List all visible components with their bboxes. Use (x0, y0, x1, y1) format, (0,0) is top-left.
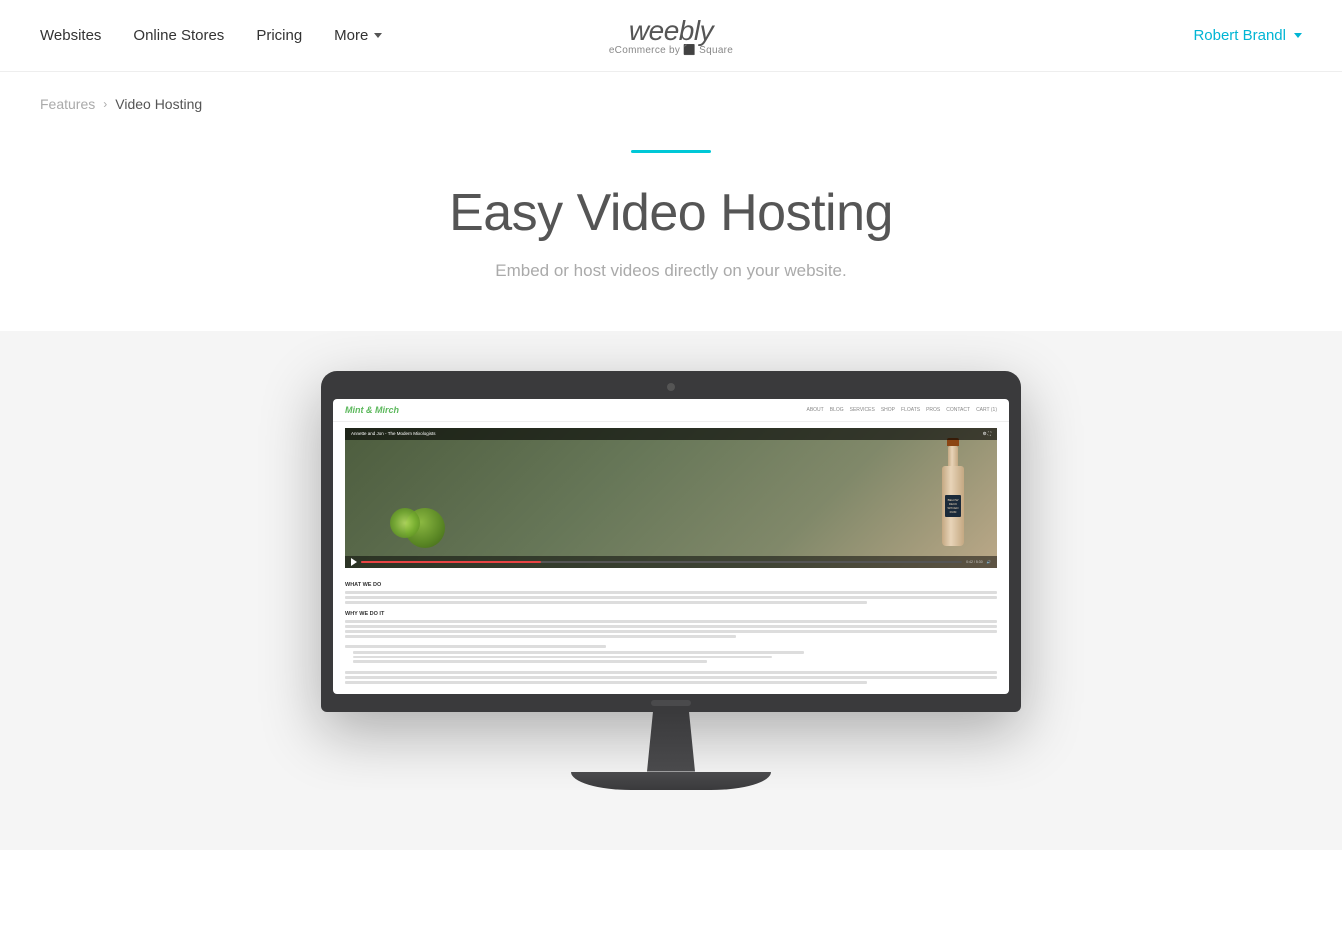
video-title-text: Annette and Jon - The Modern Mixologists (351, 431, 435, 437)
nav-more[interactable]: More (334, 27, 382, 44)
monitor-neck (641, 712, 701, 772)
site-section-why: WHY WE DO IT (345, 611, 997, 617)
site-text-7 (345, 635, 736, 638)
logo-subtitle: eCommerce by ⬛ Square (609, 45, 733, 56)
site-content: WHAT WE DO WHY WE DO IT (333, 574, 1009, 694)
more-chevron-icon (374, 33, 382, 38)
monitor-chin (333, 694, 1009, 712)
nav-online-stores[interactable]: Online Stores (133, 27, 224, 44)
rum-label: BELOW DECK SPICED RUM (945, 495, 961, 517)
monitor-section: Mint & Mirch ABOUT BLOG SERVICES SHOP FL… (0, 331, 1342, 790)
weebly-logo[interactable]: weebly (609, 15, 733, 47)
nav-pricing[interactable]: Pricing (256, 27, 302, 44)
site-text-11 (345, 681, 867, 684)
navbar: Websites Online Stores Pricing More weeb… (0, 0, 1342, 72)
monitor-camera (667, 383, 675, 391)
site-preview: Mint & Mirch ABOUT BLOG SERVICES SHOP FL… (333, 399, 1009, 694)
site-text-5 (345, 625, 997, 628)
site-text-1 (345, 591, 997, 594)
monitor-bezel: Mint & Mirch ABOUT BLOG SERVICES SHOP FL… (321, 371, 1021, 712)
hero-section: Easy Video Hosting Embed or host videos … (0, 120, 1342, 331)
video-controls: 0:42 / 5:30 🔊 (345, 556, 997, 568)
site-preview-nav: Mint & Mirch ABOUT BLOG SERVICES SHOP FL… (333, 399, 1009, 422)
rum-neck (948, 446, 958, 466)
site-section-what: WHAT WE DO (345, 582, 997, 588)
nav-right: Robert Brandl (1193, 27, 1302, 44)
site-video-player: BELOW DECK SPICED RUM Annette and Jon - … (345, 428, 997, 568)
site-logo: Mint & Mirch (345, 405, 399, 415)
video-progress-fill (361, 561, 541, 563)
hero-title: Easy Video Hosting (20, 183, 1322, 243)
breadcrumb-features-link[interactable]: Features (40, 96, 95, 112)
hero-accent-line (631, 150, 711, 153)
monitor-foot (571, 772, 771, 790)
play-button-icon[interactable] (351, 558, 357, 566)
video-volume-icon: 🔊 (987, 560, 991, 564)
nav-websites[interactable]: Websites (40, 27, 101, 44)
video-progress-bar[interactable] (361, 561, 962, 563)
site-list-3 (353, 660, 707, 663)
site-list-2 (353, 656, 772, 659)
video-time: 0:42 / 5:30 (966, 560, 983, 564)
site-text-6 (345, 630, 997, 633)
user-menu-chevron-icon[interactable] (1294, 33, 1302, 38)
breadcrumb: Features › Video Hosting (0, 72, 1342, 120)
monitor-wrapper: Mint & Mirch ABOUT BLOG SERVICES SHOP FL… (321, 371, 1021, 790)
user-name-link[interactable]: Robert Brandl (1193, 27, 1286, 44)
monitor-stand (321, 712, 1021, 772)
hero-subtitle: Embed or host videos directly on your we… (20, 261, 1322, 281)
breadcrumb-current: Video Hosting (115, 96, 202, 112)
site-list (345, 651, 997, 663)
monitor-chin-bar (651, 700, 691, 706)
video-controls-icons: ⚙ ⛶ (983, 431, 991, 437)
site-nav-links: ABOUT BLOG SERVICES SHOP FLOATS PROS CON… (807, 407, 998, 413)
site-text-10 (345, 676, 997, 679)
monitor-screen: Mint & Mirch ABOUT BLOG SERVICES SHOP FL… (333, 399, 1009, 694)
site-text-8 (345, 645, 606, 648)
site-text-3 (345, 601, 867, 604)
rum-body: BELOW DECK SPICED RUM (942, 466, 964, 546)
nav-left: Websites Online Stores Pricing More (40, 27, 382, 44)
breadcrumb-separator: › (103, 97, 107, 111)
video-overlay (345, 428, 997, 568)
rum-bottle: BELOW DECK SPICED RUM (939, 438, 967, 558)
nav-center: weebly eCommerce by ⬛ Square (609, 15, 733, 56)
site-list-1 (353, 651, 804, 654)
video-title-bar: Annette and Jon - The Modern Mixologists… (345, 428, 997, 440)
site-text-9 (345, 671, 997, 674)
bottom-section (0, 790, 1342, 850)
site-text-2 (345, 596, 997, 599)
lime-slice (390, 508, 420, 538)
site-text-4 (345, 620, 997, 623)
nav-more-label[interactable]: More (334, 27, 368, 44)
